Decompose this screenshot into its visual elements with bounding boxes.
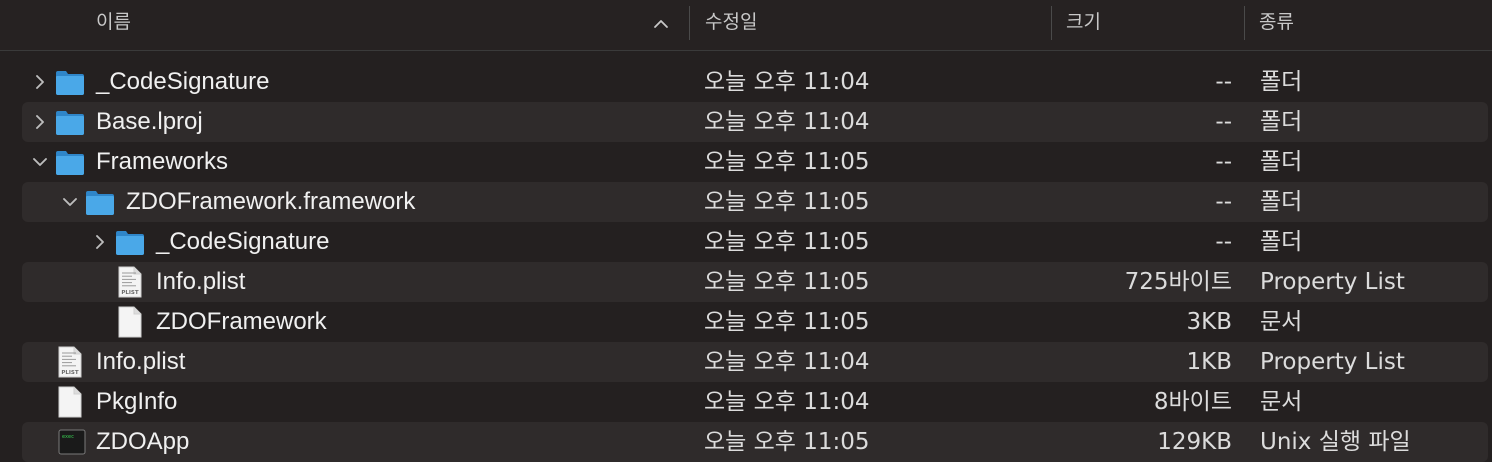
file-date: 오늘 오후 11:05	[704, 189, 870, 215]
plist-file-icon: PLIST	[118, 266, 142, 298]
svg-text:exec: exec	[62, 434, 74, 440]
file-date: 오늘 오후 11:04	[704, 109, 870, 135]
column-divider[interactable]	[1051, 6, 1052, 40]
finder-list-view: 이름 수정일 크기 종류 _CodeSignature 오늘 오후 11:04 --…	[0, 0, 1492, 462]
list-row[interactable]: Base.lproj 오늘 오후 11:04 -- 폴더	[0, 102, 1492, 142]
file-name[interactable]: Base.lproj	[96, 102, 203, 142]
file-name[interactable]: _CodeSignature	[96, 62, 269, 102]
folder-icon	[86, 191, 114, 215]
file-size: --	[1215, 229, 1232, 255]
folder-icon	[116, 231, 144, 255]
file-kind: 문서	[1260, 309, 1303, 335]
column-header-name[interactable]: 이름	[96, 0, 131, 44]
file-size: --	[1215, 149, 1232, 175]
file-name[interactable]: Info.plist	[96, 342, 185, 382]
chevron-down-icon[interactable]	[60, 192, 80, 212]
file-size: --	[1215, 69, 1232, 95]
list-row[interactable]: _CodeSignature 오늘 오후 11:04 -- 폴더	[0, 62, 1492, 102]
file-date: 오늘 오후 11:04	[704, 389, 870, 415]
list-row[interactable]: exec ZDOApp 오늘 오후 11:05 129KB Unix 실행 파일	[0, 422, 1492, 462]
file-date: 오늘 오후 11:05	[704, 269, 870, 295]
file-kind: Unix 실행 파일	[1260, 429, 1411, 455]
column-divider[interactable]	[1244, 6, 1245, 40]
list-row[interactable]: Frameworks 오늘 오후 11:05 -- 폴더	[0, 142, 1492, 182]
file-date: 오늘 오후 11:04	[704, 69, 870, 95]
chevron-up-icon[interactable]	[651, 14, 671, 34]
chevron-right-icon[interactable]	[90, 232, 110, 252]
file-size: --	[1215, 109, 1232, 135]
file-name[interactable]: Frameworks	[96, 142, 228, 182]
file-date: 오늘 오후 11:05	[704, 229, 870, 255]
file-size: 129KB	[1157, 429, 1232, 455]
file-name[interactable]: ZDOFramework.framework	[126, 182, 415, 222]
file-name[interactable]: ZDOApp	[96, 422, 189, 462]
file-size: 725바이트	[1124, 269, 1232, 295]
list-row[interactable]: _CodeSignature 오늘 오후 11:05 -- 폴더	[0, 222, 1492, 262]
list-row[interactable]: PkgInfo 오늘 오후 11:04 8바이트 문서	[0, 382, 1492, 422]
column-header-kind[interactable]: 종류	[1259, 0, 1294, 44]
file-kind: 폴더	[1260, 149, 1303, 175]
column-header-date[interactable]: 수정일	[705, 0, 757, 44]
terminal-exec-icon: exec	[58, 429, 86, 455]
chevron-down-icon[interactable]	[30, 152, 50, 172]
file-name[interactable]: _CodeSignature	[156, 222, 329, 262]
folder-icon	[56, 151, 84, 175]
document-icon	[118, 306, 142, 338]
file-size: 8바이트	[1153, 389, 1232, 415]
chevron-right-icon[interactable]	[30, 72, 50, 92]
file-size: 3KB	[1186, 309, 1233, 335]
file-name[interactable]: PkgInfo	[96, 382, 177, 422]
file-name[interactable]: Info.plist	[156, 262, 245, 302]
plist-file-icon: PLIST	[58, 346, 82, 378]
file-size: 1KB	[1186, 349, 1233, 375]
file-kind: Property List	[1260, 349, 1405, 375]
column-header-bar: 이름 수정일 크기 종류	[0, 0, 1492, 51]
file-name[interactable]: ZDOFramework	[156, 302, 327, 342]
file-kind: 폴더	[1260, 69, 1303, 95]
file-kind: 문서	[1260, 389, 1303, 415]
document-icon	[58, 386, 82, 418]
list-row[interactable]: ZDOFramework 오늘 오후 11:05 3KB 문서	[0, 302, 1492, 342]
column-divider[interactable]	[689, 6, 690, 40]
list-row[interactable]: ZDOFramework.framework 오늘 오후 11:05 -- 폴더	[0, 182, 1492, 222]
list-row[interactable]: PLIST Info.plist 오늘 오후 11:04 1KB Property Li…	[0, 342, 1492, 382]
file-kind: 폴더	[1260, 229, 1303, 255]
file-date: 오늘 오후 11:05	[704, 429, 870, 455]
file-date: 오늘 오후 11:05	[704, 309, 870, 335]
chevron-right-icon[interactable]	[30, 112, 50, 132]
column-header-size[interactable]: 크기	[1066, 0, 1101, 44]
file-date: 오늘 오후 11:04	[704, 349, 870, 375]
svg-text:PLIST: PLIST	[121, 290, 139, 296]
folder-icon	[56, 111, 84, 135]
list-row[interactable]: PLIST Info.plist 오늘 오후 11:05 725바이트 Property…	[0, 262, 1492, 302]
file-list: _CodeSignature 오늘 오후 11:04 -- 폴더 Base.lproj 오…	[0, 62, 1492, 462]
file-kind: 폴더	[1260, 109, 1303, 135]
svg-text:PLIST: PLIST	[61, 370, 79, 376]
file-size: --	[1215, 189, 1232, 215]
file-kind: Property List	[1260, 269, 1405, 295]
folder-icon	[56, 71, 84, 95]
file-date: 오늘 오후 11:05	[704, 149, 870, 175]
file-kind: 폴더	[1260, 189, 1303, 215]
